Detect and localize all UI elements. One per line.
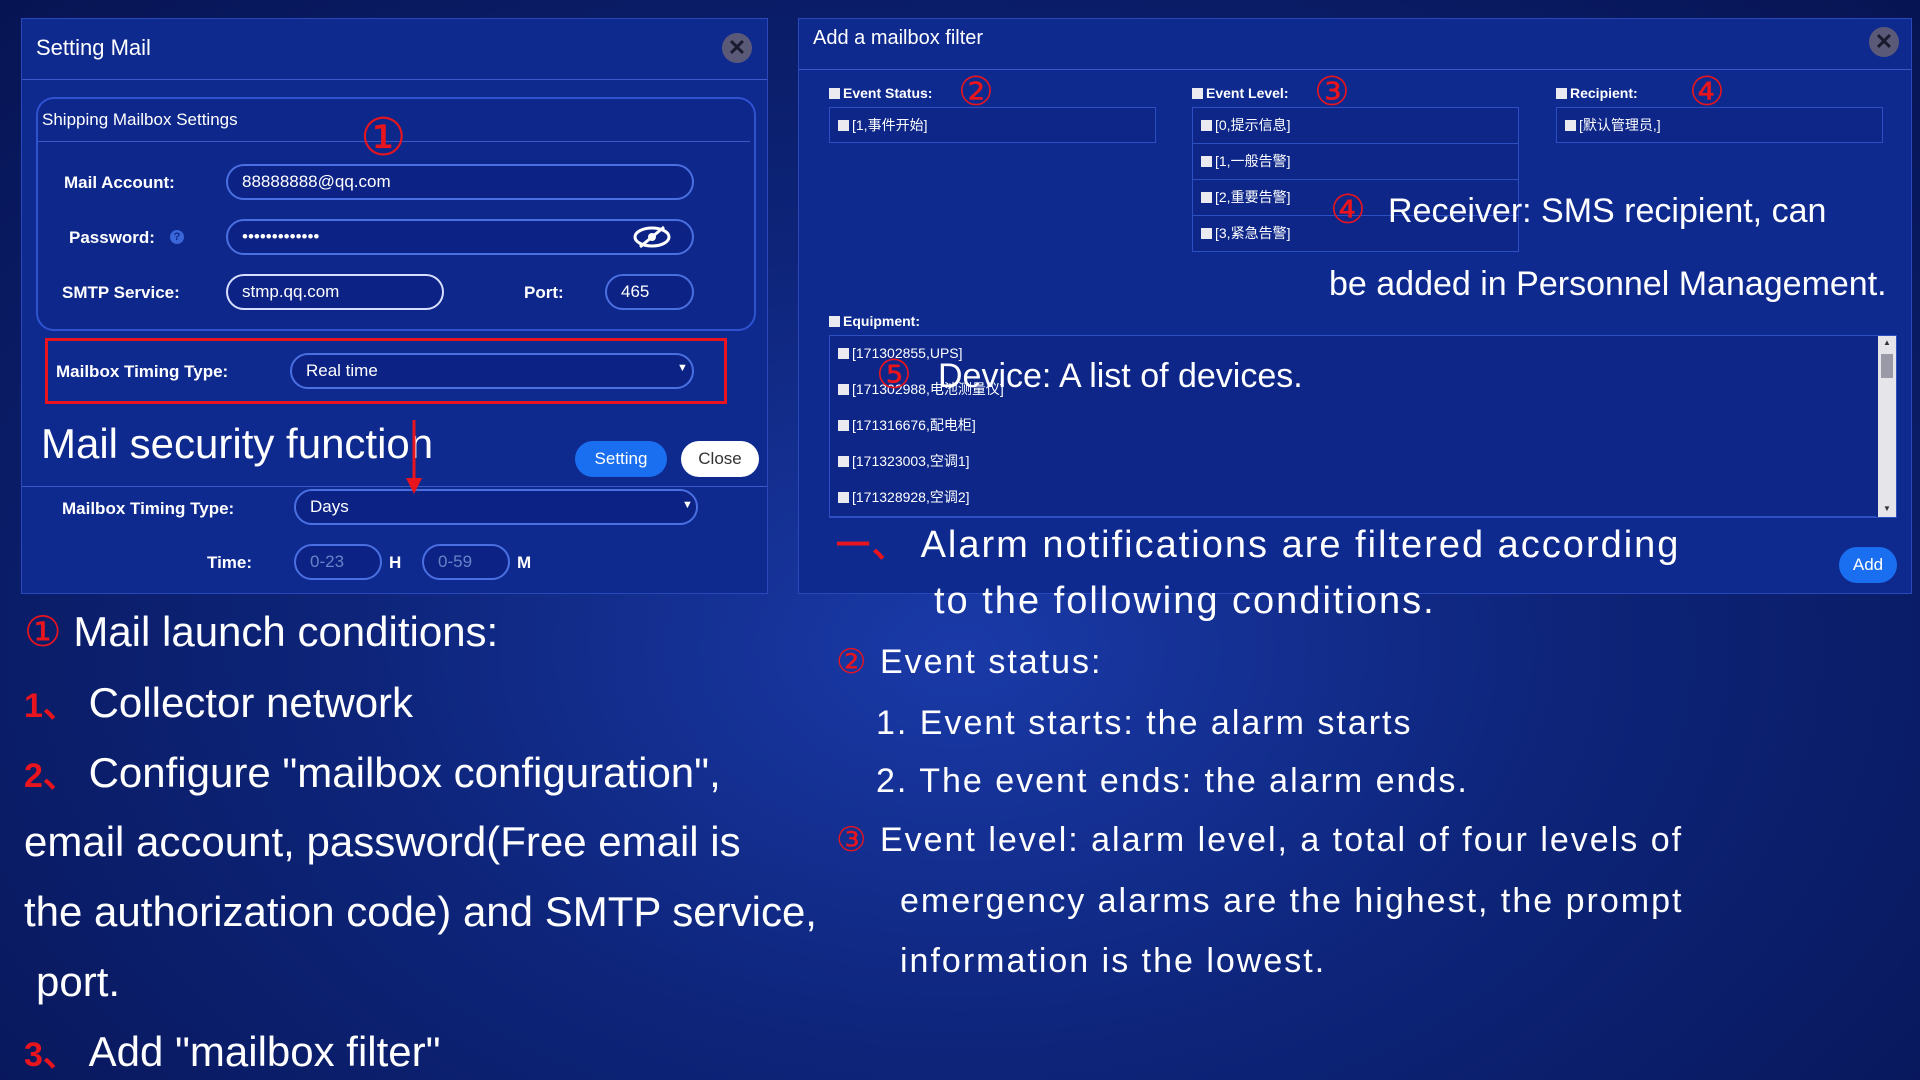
close-icon[interactable]: ✕ — [722, 33, 752, 63]
annotation-4-marker: ④ — [1330, 188, 1366, 232]
launch-item-2: 2、 Configure "mailbox configuration", — [24, 749, 721, 796]
smtp-input[interactable]: stmp.qq.com — [226, 274, 444, 310]
mail-security-label: Mail security function — [41, 420, 434, 467]
event-level-item[interactable]: [1,一般告警] — [1192, 143, 1519, 180]
alarm-note-line1: 一、 Alarm notifications are filtered acco… — [836, 524, 1681, 566]
annotation-1-marker: ① — [360, 109, 407, 167]
smtp-label: SMTP Service: — [62, 283, 180, 302]
timing-type-label-2: Mailbox Timing Type: — [62, 499, 235, 518]
annotation-3-marker: ③ — [1314, 70, 1350, 114]
equipment-label[interactable]: Equipment: — [829, 313, 920, 329]
setting-button[interactable]: Setting — [575, 441, 667, 477]
event-level-item[interactable]: [0,提示信息] — [1192, 107, 1519, 144]
event-status-title: ② Event status: — [836, 643, 1103, 681]
port-input[interactable]: 465 — [605, 274, 694, 310]
port-label: Port: — [524, 283, 564, 302]
mail-account-input[interactable]: 88888888@qq.com — [226, 164, 694, 200]
receiver-note-line1: Receiver: SMS recipient, can — [1388, 192, 1827, 230]
launch-item-2-cont: port. — [36, 958, 121, 1005]
minute-input[interactable]: 0-59 — [422, 544, 510, 580]
minute-unit: M — [517, 553, 532, 572]
setting-mail-dialog: Setting Mail ✕ Shipping Mailbox Settings… — [21, 18, 768, 594]
close-button[interactable]: Close — [681, 441, 759, 477]
highlight-box — [45, 338, 727, 404]
scroll-up-icon[interactable]: ▲ — [1883, 338, 1891, 347]
alarm-note-line2: to the following conditions. — [934, 580, 1436, 622]
launch-item-2-cont: the authorization code) and SMTP service… — [24, 888, 817, 935]
title-divider — [22, 79, 767, 80]
equipment-item[interactable]: [171316676,配电柜] — [830, 408, 1876, 445]
event-level-label[interactable]: Event Level: — [1192, 85, 1288, 101]
section-title: Shipping Mailbox Settings — [42, 110, 238, 129]
launch-item-1: 1、 Collector network — [24, 679, 414, 726]
step-marker: 1、 — [24, 687, 77, 725]
hour-unit: H — [389, 553, 402, 572]
equipment-item[interactable]: [171323003,空调1] — [830, 444, 1876, 481]
annotation-1-marker: ① — [24, 608, 62, 655]
event-level-line3: information is the lowest. — [900, 942, 1327, 980]
annotation-2-marker: ② — [958, 70, 994, 114]
annotation-5-marker: ⑤ — [876, 353, 912, 397]
bottom-divider — [22, 486, 767, 487]
event-level-line2: emergency alarms are the highest, the pr… — [900, 882, 1684, 920]
time-label: Time: — [207, 553, 253, 572]
receiver-note-line2: be added in Personnel Management. — [1329, 265, 1887, 303]
launch-item-3: 3、 Add "mailbox filter" — [24, 1028, 441, 1075]
scroll-thumb[interactable] — [1881, 354, 1893, 378]
equipment-item[interactable]: [171328928,空调2] — [830, 480, 1876, 517]
step-marker: 一、 — [836, 527, 908, 565]
dialog-title: Setting Mail — [36, 35, 151, 60]
add-button[interactable]: Add — [1839, 547, 1897, 583]
password-input[interactable]: ••••••••••••• — [226, 219, 694, 255]
annotation-4-marker: ④ — [1689, 70, 1725, 114]
launch-item-2-cont: email account, password(Free email is — [24, 818, 741, 865]
annotation-3-marker: ③ — [836, 821, 869, 859]
event-status-2: 2. The event ends: the alarm ends. — [876, 762, 1469, 800]
step-marker: 2、 — [24, 757, 77, 795]
chevron-down-icon[interactable]: ▼ — [682, 499, 693, 511]
password-label: Password: — [69, 228, 155, 247]
mail-account-label: Mail Account: — [64, 173, 175, 192]
scrollbar[interactable]: ▲ ▼ — [1878, 336, 1896, 517]
event-status-label[interactable]: Event Status: — [829, 85, 932, 101]
device-note: Device: A list of devices. — [938, 357, 1303, 395]
close-icon[interactable]: ✕ — [1869, 27, 1899, 57]
launch-title: ① Mail launch conditions: — [24, 608, 499, 655]
annotation-2-marker: ② — [836, 643, 869, 681]
dialog-title: Add a mailbox filter — [813, 27, 984, 49]
eye-slash-icon[interactable] — [632, 225, 672, 249]
hour-input[interactable]: 0-23 — [294, 544, 382, 580]
event-status-1: 1. Event starts: the alarm starts — [876, 704, 1413, 742]
step-marker: 3、 — [24, 1036, 77, 1074]
timing-type-select-2[interactable]: Days — [294, 489, 698, 525]
recipient-label[interactable]: Recipient: — [1556, 85, 1638, 101]
event-level-line1: ③ Event level: alarm level, a total of f… — [836, 821, 1684, 859]
help-icon[interactable]: ? — [170, 230, 184, 244]
arrow-down-icon — [404, 420, 424, 500]
scroll-down-icon[interactable]: ▼ — [1883, 504, 1891, 513]
